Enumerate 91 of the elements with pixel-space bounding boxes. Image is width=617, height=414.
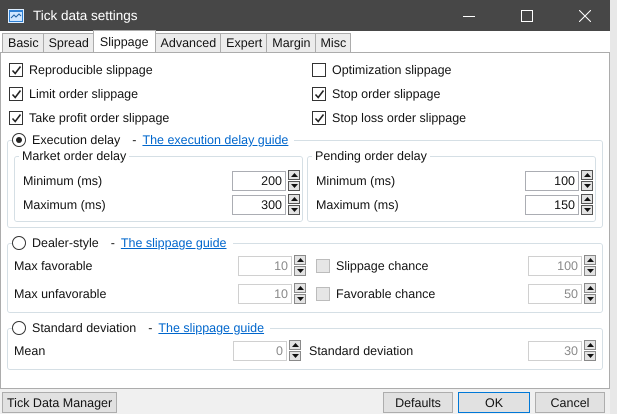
dialog-button[interactable]: Defaults bbox=[383, 392, 453, 413]
spin-down-button[interactable] bbox=[288, 181, 300, 191]
up-arrow-icon bbox=[584, 173, 590, 177]
maximize-icon[interactable] bbox=[521, 10, 533, 22]
guide-link[interactable]: The execution delay guide bbox=[142, 133, 288, 147]
field-label: Maximum (ms) bbox=[316, 198, 400, 212]
field-label: Maximum (ms) bbox=[23, 198, 107, 212]
close-icon[interactable] bbox=[579, 10, 591, 22]
spin-down-button[interactable] bbox=[288, 205, 300, 215]
tab[interactable]: Slippage bbox=[92, 30, 156, 52]
tab[interactable]: Advanced bbox=[154, 33, 222, 52]
spin-down-button[interactable] bbox=[581, 181, 593, 191]
checkmark-icon bbox=[314, 88, 324, 100]
spin-up-button[interactable] bbox=[584, 255, 596, 265]
app-icon bbox=[8, 8, 24, 22]
spin-down-button[interactable] bbox=[294, 294, 306, 304]
guide-link[interactable]: The slippage guide bbox=[158, 321, 264, 335]
dialog-button[interactable]: Tick Data Manager bbox=[2, 392, 118, 413]
group-title: Pending order delay bbox=[314, 149, 428, 163]
spin-up-button[interactable] bbox=[288, 170, 300, 180]
spin-down-button[interactable] bbox=[584, 351, 596, 361]
spin-up-button[interactable] bbox=[294, 255, 306, 265]
checkbox[interactable]: Stop order slippage bbox=[312, 85, 603, 103]
checkbox[interactable]: Favorable chance bbox=[316, 285, 528, 303]
field-label: Mean bbox=[14, 344, 46, 358]
tab[interactable]: Expert bbox=[220, 33, 268, 52]
number-field[interactable]: 100 bbox=[525, 171, 579, 191]
spin-up-button[interactable] bbox=[581, 194, 593, 204]
spin-down-button[interactable] bbox=[581, 205, 593, 215]
up-arrow-icon bbox=[290, 173, 298, 177]
field-label: Max favorable bbox=[14, 259, 94, 273]
spin-down-button[interactable] bbox=[294, 266, 306, 276]
group-title: Market order delay bbox=[21, 149, 128, 163]
guide-link[interactable]: The slippage guide bbox=[120, 236, 226, 250]
tab[interactable]: Misc bbox=[314, 33, 352, 52]
radio-button[interactable]: Execution delay bbox=[12, 133, 120, 147]
up-arrow-icon bbox=[296, 286, 304, 290]
field-label: Max unfavorable bbox=[14, 287, 108, 301]
checkbox[interactable]: Reproducible slippage bbox=[9, 61, 312, 79]
down-arrow-icon bbox=[292, 354, 298, 358]
spin-up-button[interactable] bbox=[584, 283, 596, 293]
down-arrow-icon bbox=[290, 184, 298, 188]
dialog-button[interactable]: Cancel bbox=[535, 392, 605, 413]
field-label: Standard deviation bbox=[308, 344, 414, 358]
dialog-button[interactable]: OK bbox=[458, 392, 530, 413]
radio-button[interactable]: Standard deviation bbox=[12, 321, 136, 335]
down-arrow-icon bbox=[586, 269, 594, 273]
checkmark-icon bbox=[10, 112, 22, 124]
separator-text: - bbox=[110, 236, 115, 250]
window-title: Tick data settings bbox=[33, 8, 138, 23]
up-arrow-icon bbox=[296, 258, 304, 262]
up-arrow-icon bbox=[292, 343, 298, 347]
checkbox[interactable]: Slippage chance bbox=[316, 257, 528, 275]
down-arrow-icon bbox=[584, 208, 590, 212]
radio-button[interactable]: Dealer-style bbox=[12, 236, 99, 250]
tab[interactable]: Basic bbox=[2, 33, 44, 52]
spin-down-button[interactable] bbox=[289, 351, 301, 361]
down-arrow-icon bbox=[290, 208, 298, 212]
checkmark-icon bbox=[314, 112, 324, 124]
checkmark-icon bbox=[10, 88, 22, 100]
tab[interactable]: Margin bbox=[266, 33, 316, 52]
checkbox[interactable]: Optimization slippage bbox=[312, 61, 603, 79]
spin-up-button[interactable] bbox=[294, 283, 306, 293]
spin-down-button[interactable] bbox=[584, 294, 596, 304]
checkbox[interactable]: Take profit order slippage bbox=[9, 109, 312, 127]
number-field[interactable]: 300 bbox=[232, 195, 286, 215]
field-label: Minimum (ms) bbox=[316, 174, 396, 188]
up-arrow-icon bbox=[586, 343, 594, 347]
checkmark-icon bbox=[10, 64, 22, 76]
up-arrow-icon bbox=[586, 258, 594, 262]
up-arrow-icon bbox=[584, 197, 590, 201]
down-arrow-icon bbox=[586, 297, 594, 301]
down-arrow-icon bbox=[586, 354, 594, 358]
separator-text: - bbox=[132, 133, 136, 147]
down-arrow-icon bbox=[584, 184, 590, 188]
field-label: Minimum (ms) bbox=[23, 174, 104, 188]
spin-down-button[interactable] bbox=[584, 266, 596, 276]
up-arrow-icon bbox=[586, 286, 594, 290]
spin-up-button[interactable] bbox=[289, 340, 301, 350]
up-arrow-icon bbox=[290, 197, 298, 201]
spin-up-button[interactable] bbox=[581, 170, 593, 180]
spin-up-button[interactable] bbox=[584, 340, 596, 350]
number-field[interactable]: 150 bbox=[525, 195, 579, 215]
checkbox[interactable]: Stop loss order slippage bbox=[312, 109, 603, 127]
separator-text: - bbox=[148, 321, 152, 335]
down-arrow-icon bbox=[296, 269, 304, 273]
spin-up-button[interactable] bbox=[288, 194, 300, 204]
down-arrow-icon bbox=[296, 297, 304, 301]
tab[interactable]: Spread bbox=[42, 33, 94, 52]
checkbox[interactable]: Limit order slippage bbox=[9, 85, 312, 103]
number-field[interactable]: 200 bbox=[232, 171, 286, 191]
